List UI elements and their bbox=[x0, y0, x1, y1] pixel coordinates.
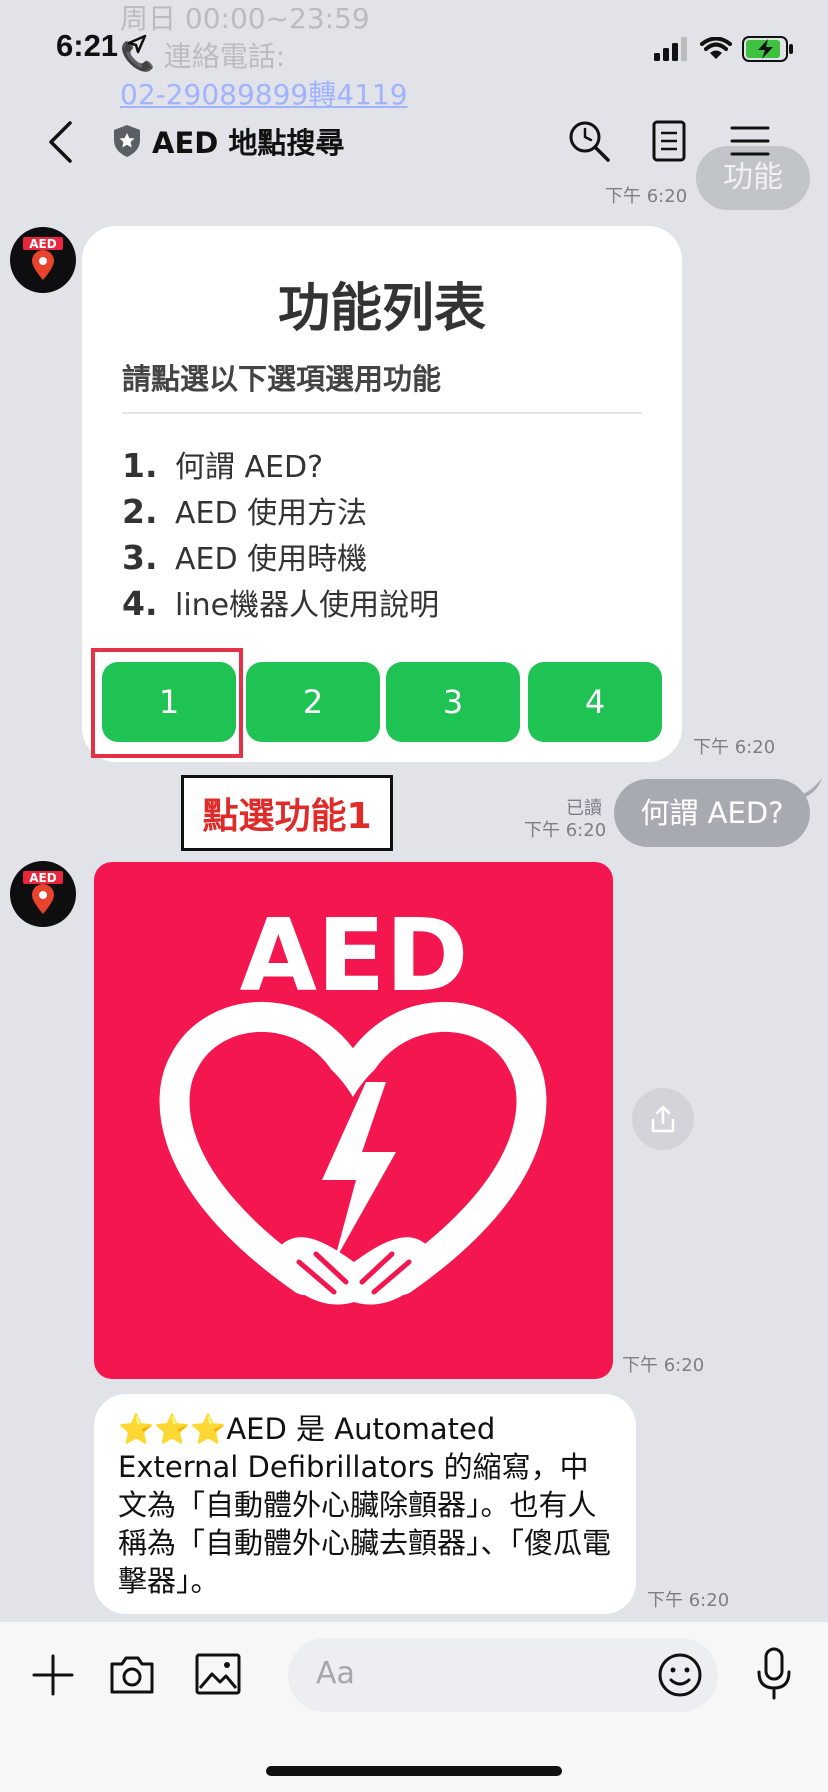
status-time-text: 6:21 bbox=[56, 28, 119, 63]
timestamp: 下午 6:20 bbox=[524, 820, 607, 841]
option-text: line機器人使用說明 bbox=[175, 588, 440, 623]
aed-heart-logo-icon: AED bbox=[159, 897, 547, 1305]
outgoing-message-text: 何謂 AED? bbox=[640, 796, 784, 830]
aed-pin-logo-icon: AED bbox=[23, 871, 63, 914]
timestamp: 下午 6:20 bbox=[605, 186, 688, 207]
option-number: 2. bbox=[122, 492, 158, 531]
option-button-3[interactable]: 3 bbox=[386, 662, 520, 742]
option-button-2[interactable]: 2 bbox=[246, 662, 380, 742]
annotation-highlight-box bbox=[91, 648, 243, 758]
aed-pin-logo-icon: AED bbox=[23, 237, 63, 280]
back-chevron-icon[interactable] bbox=[46, 120, 76, 164]
svg-text:AED: AED bbox=[29, 237, 56, 251]
plus-icon[interactable] bbox=[30, 1652, 76, 1698]
timestamp: 下午 6:20 bbox=[622, 1355, 705, 1376]
bot-avatar[interactable]: AED bbox=[10, 227, 76, 293]
location-arrow-icon bbox=[127, 34, 146, 54]
option-item: 3. AED 使用時機 bbox=[122, 534, 367, 578]
option-number: 1. bbox=[122, 446, 158, 485]
option-number: 3. bbox=[122, 538, 158, 577]
aed-logo-label: AED bbox=[240, 897, 469, 1014]
option-button-4[interactable]: 4 bbox=[528, 662, 662, 742]
option-number: 4. bbox=[122, 584, 158, 623]
menu-icon[interactable] bbox=[727, 118, 773, 164]
message-input-placeholder: Aa bbox=[316, 1656, 355, 1691]
share-button[interactable] bbox=[632, 1088, 694, 1150]
battery-charging-icon bbox=[742, 36, 793, 62]
outgoing-message[interactable]: 何謂 AED? bbox=[614, 779, 810, 847]
option-item: 1. 何謂 AED? bbox=[122, 442, 323, 486]
incoming-text-message[interactable]: ⭐⭐⭐AED 是 Automated External Defibrillato… bbox=[94, 1394, 636, 1614]
cellular-signal-icon bbox=[654, 37, 687, 61]
message-text: ⭐⭐⭐AED 是 Automated External Defibrillato… bbox=[118, 1412, 612, 1598]
camera-icon[interactable] bbox=[108, 1652, 156, 1696]
bubble-tail bbox=[792, 778, 822, 800]
microphone-icon[interactable] bbox=[754, 1646, 794, 1702]
option-text: AED 使用時機 bbox=[175, 542, 368, 577]
option-item: 2. AED 使用方法 bbox=[122, 488, 367, 532]
home-indicator[interactable] bbox=[266, 1766, 562, 1776]
emoji-icon[interactable] bbox=[656, 1651, 704, 1699]
wifi-icon bbox=[700, 37, 732, 59]
chat-title[interactable]: AED 地點搜尋 bbox=[152, 120, 344, 162]
svg-text:AED: AED bbox=[29, 871, 56, 885]
aed-image-message[interactable]: AED bbox=[94, 862, 613, 1379]
status-time: 6:21 bbox=[56, 28, 147, 64]
official-account-shield-icon bbox=[114, 125, 140, 157]
option-text: 何謂 AED? bbox=[175, 450, 324, 485]
card-title: 功能列表 bbox=[277, 279, 486, 339]
timestamp: 下午 6:20 bbox=[693, 737, 776, 758]
option-text: AED 使用方法 bbox=[175, 496, 368, 531]
bot-avatar[interactable]: AED bbox=[10, 861, 76, 927]
notes-icon[interactable] bbox=[646, 118, 692, 164]
image-icon[interactable] bbox=[194, 1652, 242, 1696]
ghost-hours: 周日 00:00~23:59 bbox=[120, 2, 370, 35]
annotation-label: 點選功能1 bbox=[181, 775, 393, 851]
share-icon bbox=[651, 1105, 675, 1133]
ghost-phone-label: 📞 連絡電話: bbox=[120, 40, 286, 73]
option-item: 4. line機器人使用說明 bbox=[122, 580, 439, 624]
previous-message-fragment: 周日 00:00~23:59 📞 連絡電話: 02-29089899轉4119 bbox=[120, 0, 408, 114]
card-subtitle: 請點選以下選項選用功能 bbox=[122, 362, 442, 396]
timestamp: 下午 6:20 bbox=[647, 1590, 730, 1611]
status-icons bbox=[654, 34, 794, 64]
search-icon[interactable] bbox=[566, 118, 612, 164]
card-divider bbox=[122, 412, 642, 414]
